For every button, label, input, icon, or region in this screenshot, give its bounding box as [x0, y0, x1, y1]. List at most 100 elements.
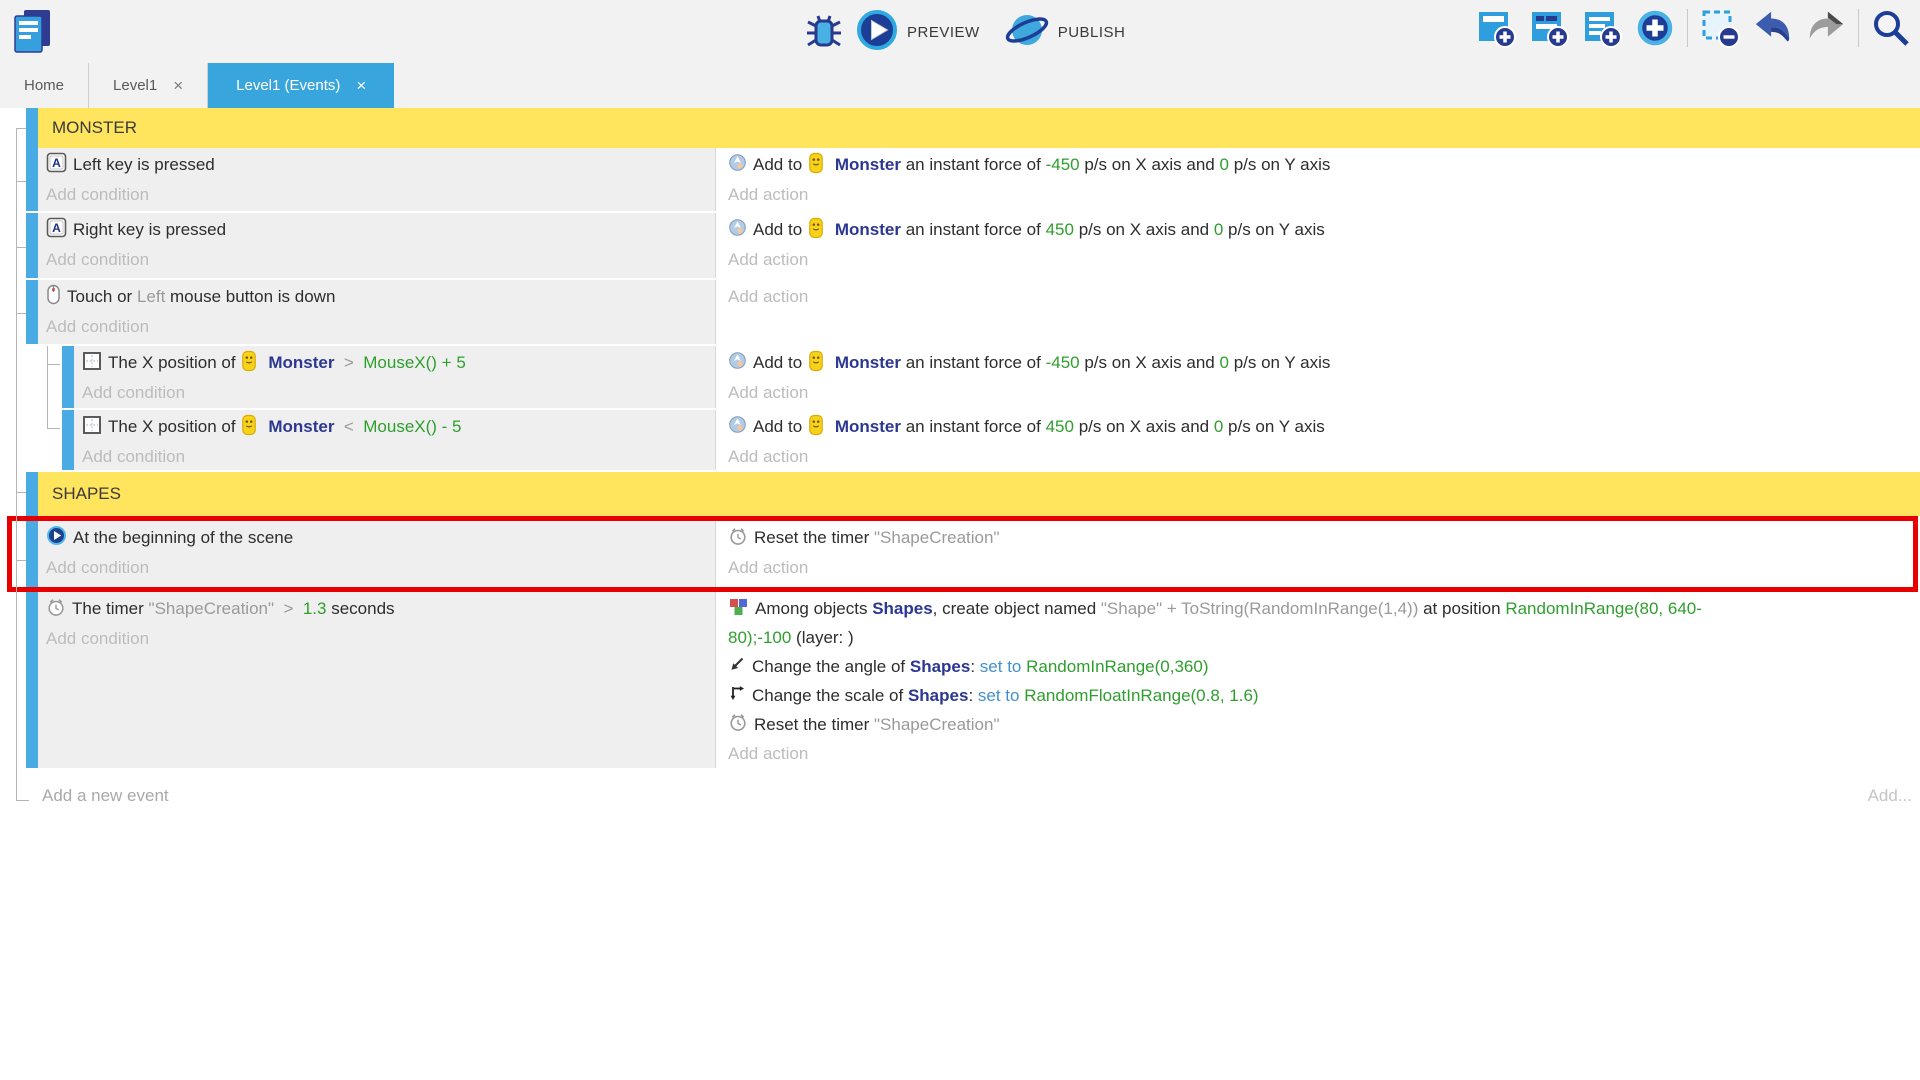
add-condition-link[interactable]: Add condition — [46, 180, 715, 210]
text-fragment: : — [968, 686, 977, 706]
add-condition-link[interactable]: Add condition — [46, 245, 715, 275]
add-condition-link[interactable]: Add condition — [82, 442, 715, 472]
publish-label: PUBLISH — [1058, 24, 1126, 41]
row-indent — [0, 472, 26, 516]
event-row[interactable]: At the beginning of the sceneAdd conditi… — [12, 521, 1913, 587]
add-action-link[interactable]: Add action — [728, 553, 1913, 583]
actions-cell[interactable]: Add to Monster an instant force of -450 … — [716, 346, 1920, 408]
action-item[interactable]: Add to Monster an instant force of 450 p… — [728, 215, 1920, 245]
conditions-cell[interactable]: A Left key is pressed Add condition — [38, 148, 716, 211]
tab-level1-events[interactable]: Level1 (Events) × — [208, 63, 394, 108]
conditions-cell[interactable]: Touch or Left mouse button is downAdd co… — [38, 280, 716, 344]
event-row[interactable]: Touch or Left mouse button is downAdd co… — [0, 280, 1920, 344]
text-fragment: Shapes — [872, 599, 932, 619]
action-item-continuation[interactable]: 80);-100 (layer: ) — [728, 623, 1920, 652]
monster-icon — [808, 350, 830, 377]
conditions-cell[interactable]: The timer "ShapeCreation" > 1.3 secondsA… — [38, 592, 716, 768]
event-row[interactable]: The timer "ShapeCreation" > 1.3 secondsA… — [0, 592, 1920, 768]
add-action-link[interactable]: Add action — [728, 378, 1920, 408]
conditions-cell[interactable]: The X position of Monster < MouseX() - 5… — [74, 410, 716, 470]
group-label: SHAPES — [38, 472, 1920, 516]
text-fragment: Add to — [753, 155, 807, 175]
action-item[interactable]: Add to Monster an instant force of 450 p… — [728, 412, 1920, 442]
event-row[interactable]: The X position of Monster > MouseX() + 5… — [0, 346, 1920, 408]
redo-button[interactable] — [1805, 7, 1847, 49]
condition-item[interactable]: At the beginning of the scene — [46, 523, 715, 553]
add-condition-link[interactable]: Add condition — [46, 624, 715, 654]
conditions-cell[interactable]: ARight key is pressedAdd condition — [38, 213, 716, 278]
event-row[interactable]: ARight key is pressedAdd condition Add to… — [0, 213, 1920, 278]
condition-item[interactable]: ARight key is pressed — [46, 215, 715, 245]
text-fragment: 0 — [1220, 155, 1229, 175]
add-action-link[interactable]: Add action — [728, 180, 1920, 210]
actions-cell[interactable]: Add to Monster an instant force of 450 p… — [716, 213, 1920, 278]
tree-line — [47, 346, 48, 429]
text-fragment: p/s on Y axis — [1223, 220, 1324, 240]
preview-button[interactable]: PREVIEW — [855, 8, 980, 57]
delete-event-button[interactable] — [1699, 7, 1741, 49]
condition-item[interactable]: A Left key is pressed — [46, 150, 715, 180]
text-fragment: RandomInRange(80, 640- — [1505, 599, 1702, 619]
event-group-row[interactable]: SHAPES — [0, 472, 1920, 516]
add-action-link[interactable]: Add action — [728, 442, 1920, 472]
action-item[interactable]: Reset the timer "ShapeCreation" — [728, 523, 1913, 553]
actions-cell[interactable]: Add to Monster an instant force of -450 … — [716, 148, 1920, 211]
timer-icon — [728, 712, 754, 737]
add-more-link[interactable]: Add... — [1868, 786, 1912, 806]
actions-cell[interactable]: Reset the timer "ShapeCreation"Add actio… — [716, 521, 1913, 587]
close-icon[interactable]: × — [356, 76, 366, 96]
scene-start-icon — [46, 525, 73, 551]
text-fragment: Left key is pressed — [73, 155, 215, 175]
add-action-link[interactable]: Add action — [728, 739, 1920, 768]
undo-button[interactable] — [1752, 7, 1794, 49]
search-button[interactable] — [1870, 7, 1912, 49]
action-item[interactable]: Among objects Shapes, create object name… — [728, 594, 1920, 623]
event-group-row[interactable]: MONSTER — [0, 108, 1920, 148]
condition-item[interactable]: Touch or Left mouse button is down — [46, 282, 715, 312]
condition-item[interactable]: The X position of Monster > MouseX() + 5 — [82, 348, 715, 378]
text-fragment: an instant force of — [901, 353, 1046, 373]
condition-item[interactable]: The timer "ShapeCreation" > 1.3 seconds — [46, 594, 715, 624]
project-manager-icon[interactable] — [12, 8, 52, 54]
text-fragment: Touch or — [67, 287, 137, 307]
tree-line — [47, 364, 60, 365]
close-icon[interactable]: × — [173, 76, 183, 96]
action-item[interactable]: Add to Monster an instant force of -450 … — [728, 348, 1920, 378]
actions-cell[interactable]: Add action — [716, 280, 1920, 344]
add-event-button[interactable] — [1475, 7, 1517, 49]
event-bar — [26, 108, 38, 148]
preview-label: PREVIEW — [907, 24, 980, 41]
text-fragment: 450 — [1046, 220, 1074, 240]
add-new-event-link[interactable]: Add a new event — [42, 786, 169, 806]
svg-text:A: A — [52, 156, 61, 170]
event-row[interactable]: A Left key is pressed Add condition Add to … — [0, 148, 1920, 211]
add-action-link[interactable]: Add action — [728, 245, 1920, 275]
conditions-cell[interactable]: At the beginning of the sceneAdd conditi… — [38, 521, 716, 587]
actions-cell[interactable]: Among objects Shapes, create object name… — [716, 592, 1920, 768]
tab-home[interactable]: Home — [0, 63, 89, 108]
action-item[interactable]: Change the scale of Shapes: set to Rando… — [728, 681, 1920, 710]
add-condition-link[interactable]: Add condition — [46, 553, 715, 583]
action-item[interactable]: Add to Monster an instant force of -450 … — [728, 150, 1920, 180]
right-toolbar — [1475, 7, 1912, 49]
event-row[interactable]: The X position of Monster < MouseX() - 5… — [0, 410, 1920, 470]
add-condition-link[interactable]: Add condition — [82, 378, 715, 408]
conditions-cell[interactable]: The X position of Monster > MouseX() + 5… — [74, 346, 716, 408]
event-bar — [62, 346, 74, 408]
text-fragment: Monster — [268, 353, 334, 373]
condition-item[interactable]: The X position of Monster < MouseX() - 5 — [82, 412, 715, 442]
add-action-link[interactable]: Add action — [728, 282, 1920, 312]
text-fragment: "ShapeCreation" — [874, 715, 999, 735]
actions-cell[interactable]: Add to Monster an instant force of 450 p… — [716, 410, 1920, 470]
add-subevent-button[interactable] — [1528, 7, 1570, 49]
tab-level1[interactable]: Level1 × — [89, 63, 208, 108]
add-other-button[interactable] — [1634, 7, 1676, 49]
add-comment-button[interactable] — [1581, 7, 1623, 49]
debug-button[interactable] — [803, 12, 845, 54]
toolbar-separator — [1687, 9, 1688, 47]
action-item[interactable]: Reset the timer "ShapeCreation" — [728, 710, 1920, 739]
add-condition-link[interactable]: Add condition — [46, 312, 715, 342]
row-indent — [0, 346, 62, 408]
action-item[interactable]: Change the angle of Shapes: set to Rando… — [728, 652, 1920, 681]
publish-button[interactable]: PUBLISH — [1004, 8, 1126, 57]
